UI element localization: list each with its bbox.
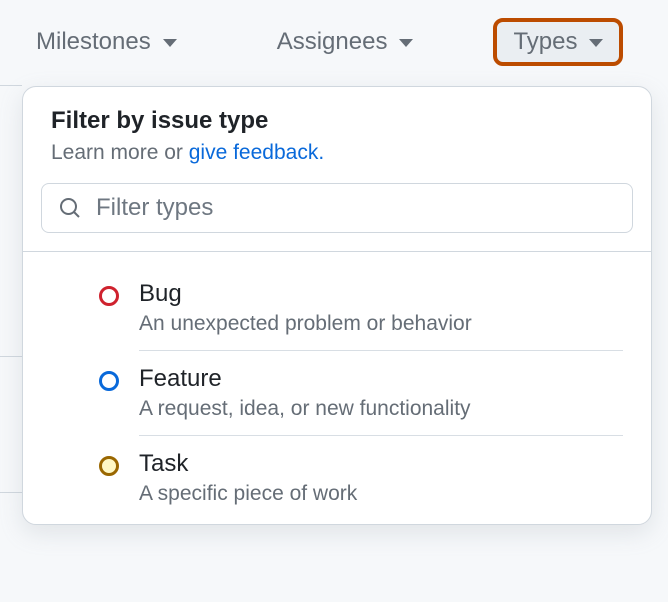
dropdown-title: Filter by issue type [51,107,623,135]
type-list: Bug An unexpected problem or behavior Fe… [23,252,651,524]
type-name: Bug [139,280,623,308]
type-item-task[interactable]: Task A specific piece of work [23,436,651,520]
assignees-filter[interactable]: Assignees [257,18,434,66]
search-icon [58,196,82,220]
search-wrapper [23,179,651,252]
row-separator [0,85,22,86]
dropdown-header: Filter by issue type Learn more or give … [23,87,651,179]
give-feedback-link[interactable]: give feedback. [189,141,324,164]
circle-icon [99,371,119,391]
milestones-filter[interactable]: Milestones [16,18,197,66]
row-separator [0,492,22,493]
assignees-label: Assignees [277,28,388,56]
search-box[interactable] [41,183,633,233]
type-item-feature[interactable]: Feature A request, idea, or new function… [23,351,651,436]
filter-bar: Milestones Assignees Types [0,0,668,84]
type-desc: A request, idea, or new functionality [139,397,623,421]
chevron-down-icon [589,39,603,47]
chevron-down-icon [163,39,177,47]
types-dropdown: Filter by issue type Learn more or give … [22,86,652,525]
row-separator [0,356,22,357]
type-desc: An unexpected problem or behavior [139,312,623,336]
types-filter[interactable]: Types [493,18,623,66]
circle-icon [99,456,119,476]
dropdown-subtitle: Learn more or give feedback. [51,141,623,165]
milestones-label: Milestones [36,28,151,56]
subtitle-prefix: Learn more or [51,141,189,164]
filter-types-input[interactable] [96,194,616,222]
type-name: Task [139,450,623,478]
type-item-bug[interactable]: Bug An unexpected problem or behavior [23,266,651,351]
circle-icon [99,286,119,306]
types-label: Types [513,28,577,56]
type-name: Feature [139,365,623,393]
type-desc: A specific piece of work [139,482,623,506]
chevron-down-icon [399,39,413,47]
